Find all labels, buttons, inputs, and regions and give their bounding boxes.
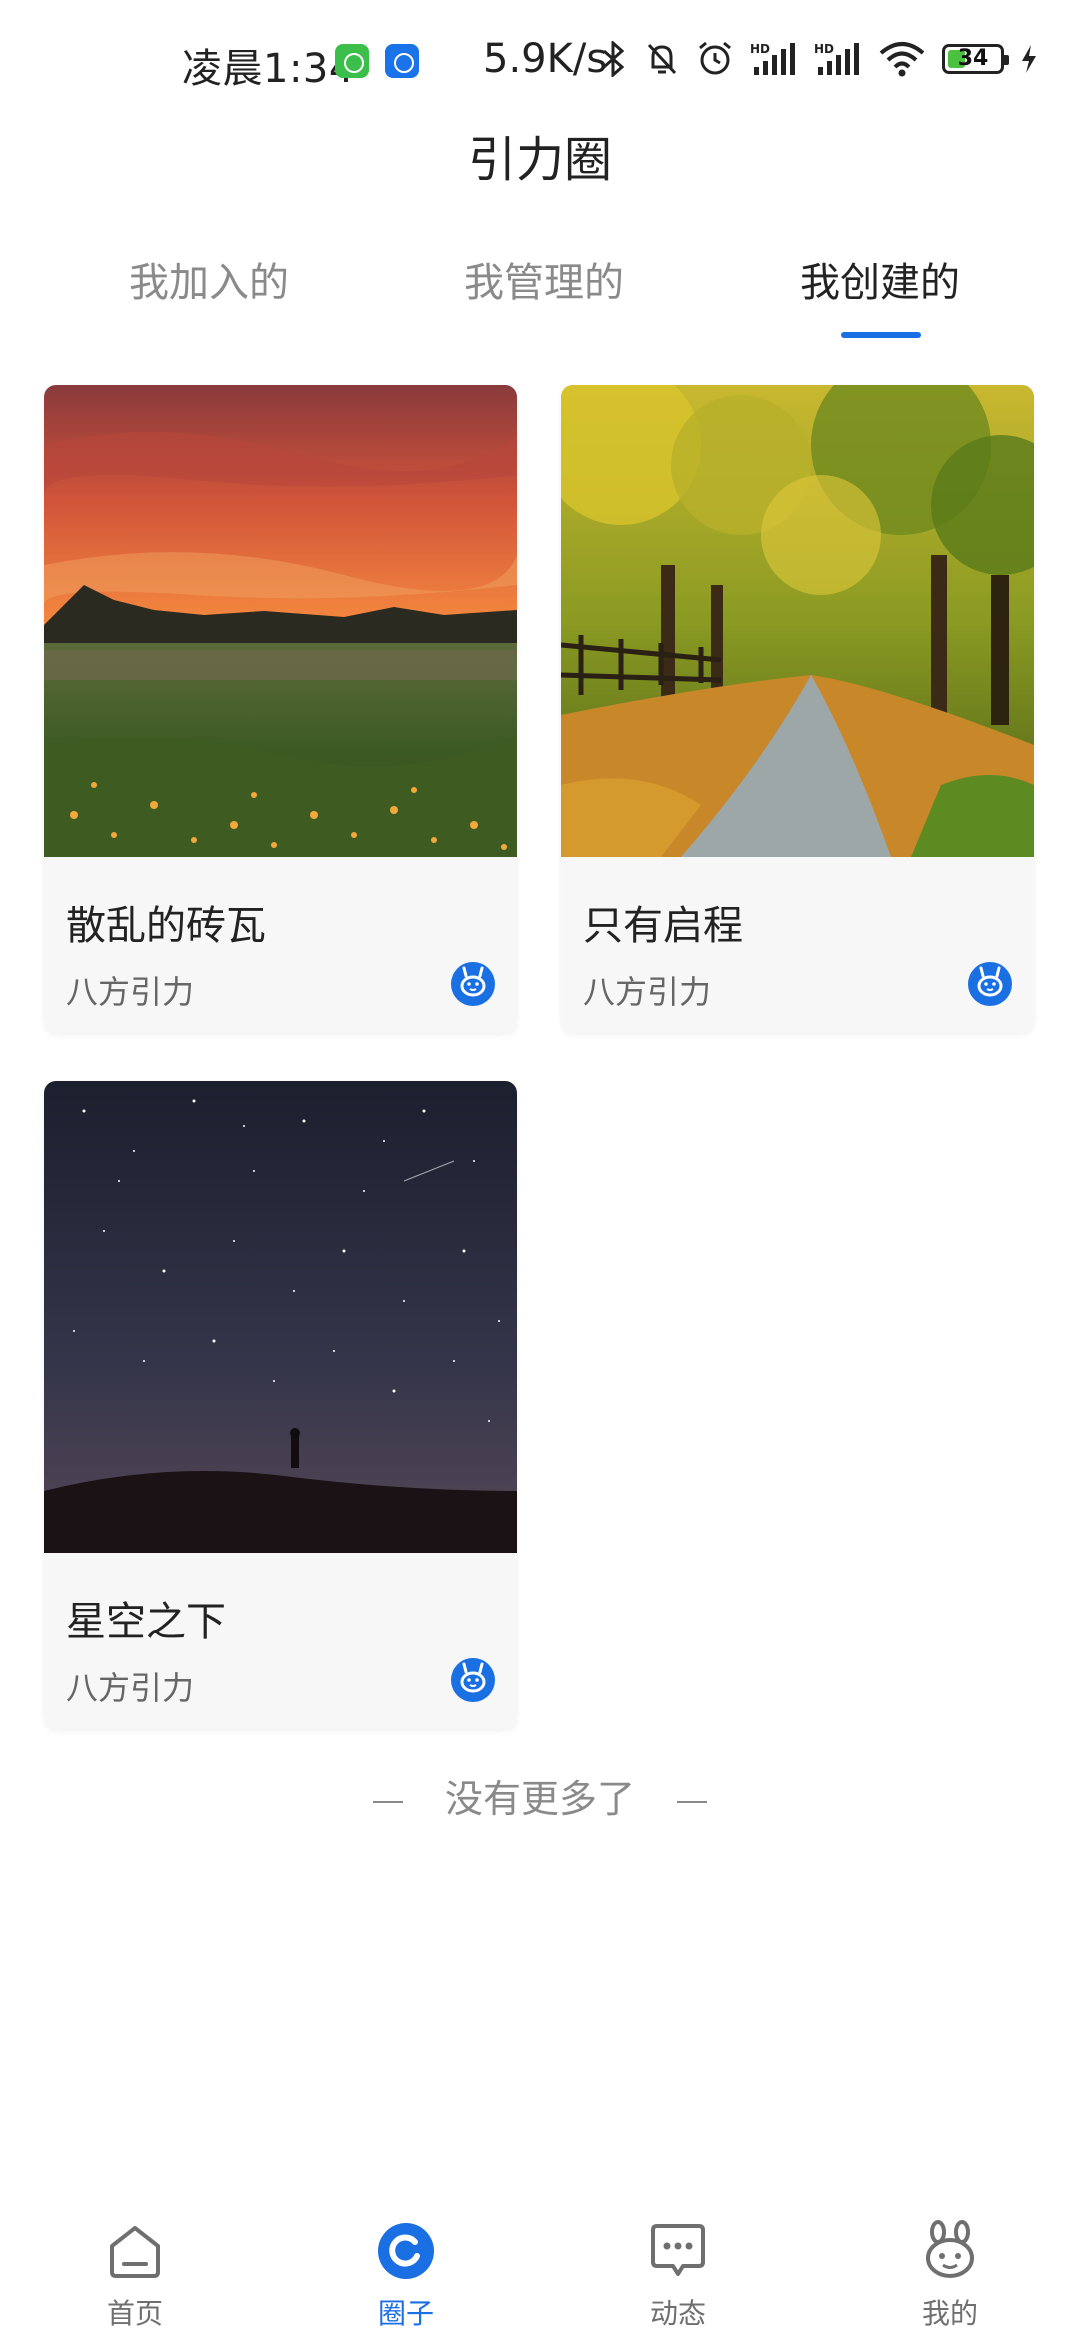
wifi-icon <box>879 42 925 77</box>
status-bar: 凌晨1:34 5.9K/s HD HD 34 <box>0 0 1080 120</box>
tab-managed[interactable]: 我管理的 <box>394 250 694 308</box>
circle-owner: 八方引力 <box>583 973 712 1011</box>
end-of-list-note: 没有更多了 <box>0 1768 1080 1823</box>
bunny-face-icon <box>451 1658 495 1702</box>
divider-dash <box>677 1800 707 1803</box>
nav-label: 首页 <box>106 2297 163 2330</box>
baidu-icon <box>385 44 419 78</box>
tab-joined[interactable]: 我加入的 <box>59 250 359 308</box>
circle-name: 只有启程 <box>583 903 743 949</box>
starry-night-image <box>44 1081 517 1553</box>
bottom-nav: 首页 圈子 动态 我的 <box>0 2200 1080 2340</box>
svg-text:HD: HD <box>750 42 770 56</box>
page-title: 引力圈 <box>467 132 612 188</box>
autumn-road-image <box>561 385 1034 857</box>
nav-label: 我的 <box>921 2297 978 2330</box>
nav-label: 动态 <box>649 2297 706 2330</box>
nav-mine[interactable]: 我的 <box>870 2220 1030 2332</box>
circle-name: 星空之下 <box>66 1599 226 1645</box>
bunny-face-icon <box>451 962 495 1006</box>
wechat-icon <box>335 44 369 78</box>
nav-label: 圈子 <box>377 2297 434 2330</box>
circle-card[interactable]: 星空之下 八方引力 <box>44 1081 517 1729</box>
signal-hd-icon: HD <box>750 42 795 75</box>
home-icon <box>104 2220 166 2282</box>
status-time: 凌晨1:34 <box>182 46 355 92</box>
divider-dash <box>372 1800 403 1803</box>
battery-tip <box>1004 55 1009 65</box>
svg-text:HD: HD <box>814 42 834 56</box>
charging-icon <box>1022 45 1036 73</box>
circle-owner: 八方引力 <box>66 973 195 1011</box>
tab-bar: 我加入的 我管理的 我创建的 <box>0 250 1080 340</box>
tab-active-indicator <box>841 332 921 338</box>
signal-hd-icon: HD <box>814 42 859 75</box>
bluetooth-icon <box>603 41 625 77</box>
alarm-icon <box>699 41 731 75</box>
nav-circle[interactable]: 圈子 <box>326 2220 486 2332</box>
message-icon <box>647 2220 709 2282</box>
nav-feed[interactable]: 动态 <box>598 2220 758 2332</box>
mute-icon <box>647 43 677 75</box>
bunny-face-icon <box>968 962 1012 1006</box>
battery-icon: 34 <box>942 44 1009 74</box>
battery-level: 34 <box>957 46 989 71</box>
circle-card[interactable]: 散乱的砖瓦 八方引力 <box>44 385 517 1033</box>
circle-page: 凌晨1:34 5.9K/s HD HD 34 引力圈 我加入的 我管理的 我创建… <box>0 0 1080 2340</box>
circle-name: 散乱的砖瓦 <box>66 903 266 949</box>
sunset-field-image <box>44 385 517 857</box>
bunny-icon <box>919 2220 981 2282</box>
circle-card[interactable]: 只有启程 八方引力 <box>561 385 1034 1033</box>
nav-home[interactable]: 首页 <box>55 2220 215 2332</box>
circle-owner: 八方引力 <box>66 1669 195 1707</box>
circle-icon <box>375 2220 437 2282</box>
status-icons: HD HD 34 <box>598 40 1038 78</box>
end-of-list-text: 没有更多了 <box>444 1777 635 1821</box>
tab-created[interactable]: 我创建的 <box>730 250 1030 308</box>
network-speed: 5.9K/s <box>483 36 608 82</box>
